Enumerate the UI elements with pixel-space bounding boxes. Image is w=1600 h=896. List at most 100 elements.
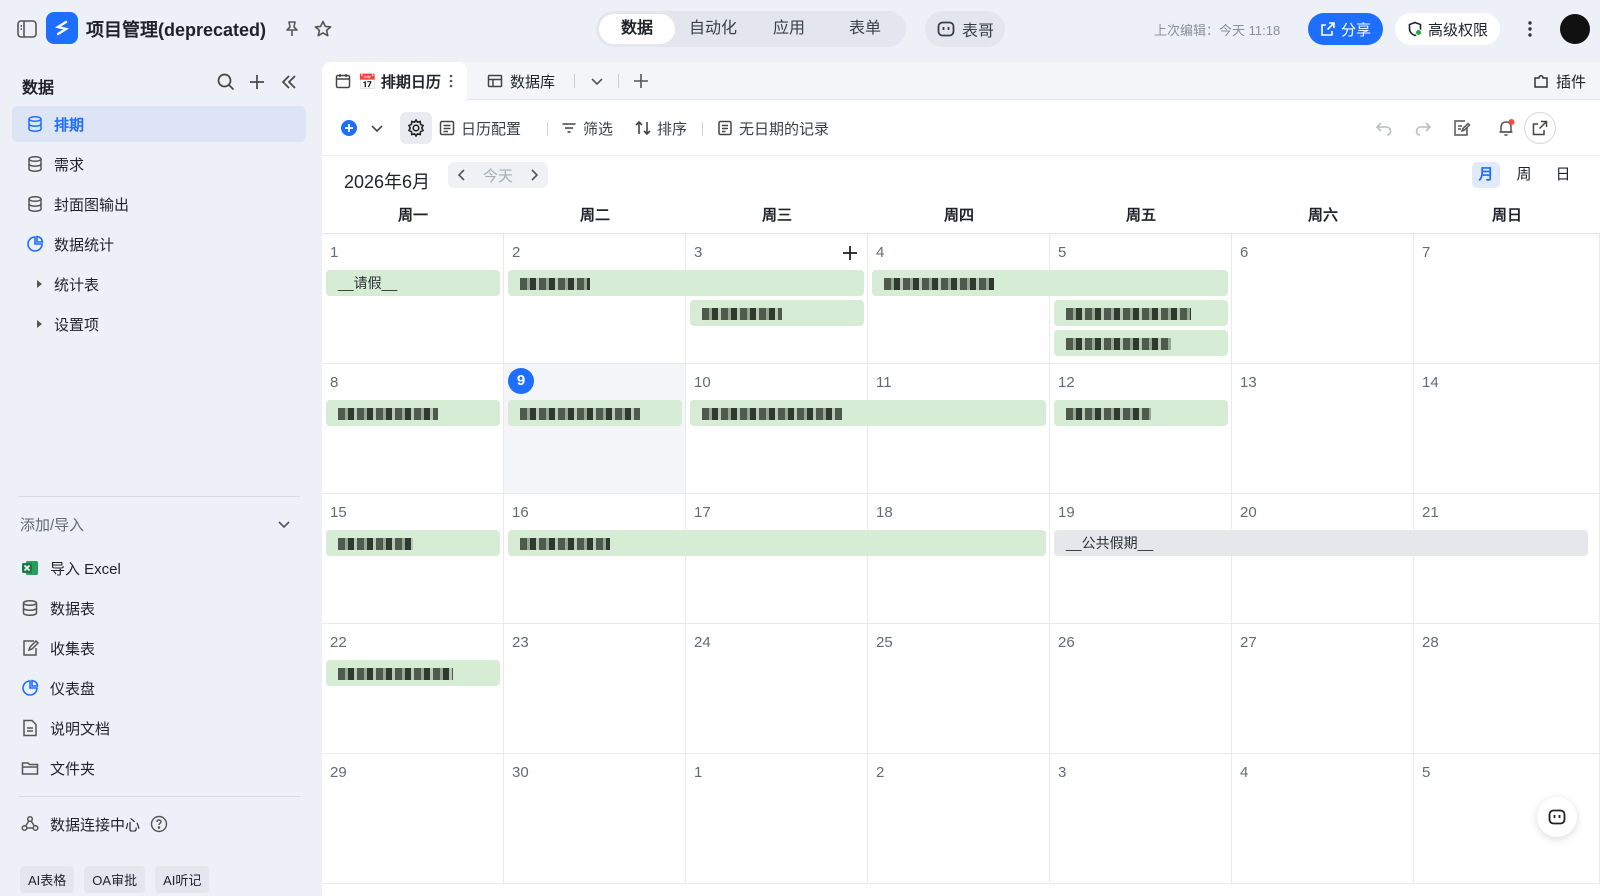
tab-data[interactable]: 数据 — [599, 14, 675, 44]
collapse-sidebar-icon[interactable] — [279, 72, 299, 92]
calendar-event[interactable] — [326, 660, 500, 686]
calendar-day-cell[interactable]: 26 — [1050, 624, 1232, 754]
tab-schedule-calendar[interactable]: 📅 排期日历 — [322, 62, 467, 100]
calendar-day-cell[interactable]: 20 — [1232, 494, 1414, 624]
calendar-day-cell[interactable]: 9 — [504, 364, 686, 494]
add-doc-item[interactable]: 说明文档 — [12, 710, 306, 746]
tag-ai-table[interactable]: AI表格 — [20, 866, 75, 893]
calendar-day-cell[interactable]: 22 — [322, 624, 504, 754]
view-settings-button[interactable] — [400, 112, 432, 144]
calendar-event[interactable] — [508, 400, 682, 426]
ai-chat-float-button[interactable] — [1537, 797, 1577, 837]
calendar-event[interactable] — [1054, 300, 1228, 326]
sidebar-item-statistics[interactable]: 数据统计 — [12, 226, 306, 262]
advanced-permission-button[interactable]: 高级权限 — [1395, 13, 1500, 45]
calendar-event[interactable] — [326, 400, 500, 426]
calendar-day-cell[interactable]: 2 — [504, 234, 686, 364]
calendar-day-cell[interactable]: 15 — [322, 494, 504, 624]
add-form-item[interactable]: 收集表 — [12, 630, 306, 666]
calendar-day-cell[interactable]: 3 — [1050, 754, 1232, 884]
mode-week[interactable]: 周 — [1510, 162, 1538, 188]
share-button[interactable]: 分享 — [1308, 13, 1383, 45]
undo-icon[interactable] — [1374, 118, 1394, 138]
calendar-config-button[interactable]: 日历配置 — [438, 116, 521, 140]
calendar-day-cell[interactable]: 1 — [686, 754, 868, 884]
calendar-day-cell[interactable]: 14 — [1414, 364, 1600, 494]
calendar-event[interactable] — [690, 300, 864, 326]
calendar-day-cell[interactable]: 10 — [686, 364, 868, 494]
chevron-down-icon[interactable] — [588, 72, 606, 90]
calendar-day-cell[interactable]: 6 — [1232, 234, 1414, 364]
help-icon[interactable] — [150, 815, 168, 833]
calendar-event[interactable] — [326, 530, 500, 556]
chevron-left-icon[interactable] — [454, 167, 470, 183]
calendar-day-cell[interactable]: 1 — [322, 234, 504, 364]
add-icon[interactable] — [247, 72, 267, 92]
calendar-day-cell[interactable]: 24 — [686, 624, 868, 754]
calendar-event[interactable] — [1054, 330, 1228, 356]
tab-automation[interactable]: 自动化 — [675, 14, 751, 44]
mode-day[interactable]: 日 — [1549, 162, 1577, 188]
calendar-event[interactable] — [1054, 400, 1228, 426]
import-excel-item[interactable]: 导入 Excel — [12, 550, 306, 586]
calendar-day-cell[interactable]: 29 — [322, 754, 504, 884]
calendar-day-cell[interactable]: 4 — [1232, 754, 1414, 884]
avatar[interactable] — [1560, 14, 1590, 44]
data-connect-center[interactable]: 数据连接中心 — [12, 806, 306, 842]
today-button[interactable]: 今天 — [483, 165, 513, 186]
sidebar-item-requirements[interactable]: 需求 — [12, 146, 306, 182]
calendar-day-cell[interactable]: 7 — [1414, 234, 1600, 364]
calendar-day-cell[interactable]: 25 — [868, 624, 1050, 754]
sidebar-item-schedule[interactable]: 排期 — [12, 106, 306, 142]
tag-ai-notes[interactable]: AI听记 — [155, 866, 210, 893]
sidebar-item-stat-tables[interactable]: 统计表 — [12, 266, 306, 302]
app-title[interactable]: 项目管理(deprecated) — [86, 16, 266, 42]
sidebar-toggle-icon[interactable] — [16, 18, 38, 40]
chevron-down-icon[interactable] — [276, 516, 292, 532]
calendar-day-cell[interactable]: 3 — [686, 234, 868, 364]
sidebar-item-cover-output[interactable]: 封面图输出 — [12, 186, 306, 222]
calendar-event[interactable] — [508, 530, 1046, 556]
tab-apps[interactable]: 应用 — [751, 14, 827, 44]
calendar-day-cell[interactable]: 23 — [504, 624, 686, 754]
calendar-event[interactable]: __请假__ — [326, 270, 500, 296]
search-icon[interactable] — [216, 72, 236, 92]
add-record-button[interactable] — [340, 116, 385, 140]
chevron-down-icon[interactable] — [369, 120, 385, 136]
sidebar-item-settings[interactable]: 设置项 — [12, 306, 306, 342]
add-view-icon[interactable] — [632, 72, 650, 90]
notification-bell-icon[interactable] — [1496, 118, 1516, 138]
calendar-event[interactable] — [690, 400, 1046, 426]
calendar-day-cell[interactable]: 18 — [868, 494, 1050, 624]
calendar-day-cell[interactable]: 27 — [1232, 624, 1414, 754]
redo-icon[interactable] — [1413, 118, 1433, 138]
tag-oa-approval[interactable]: OA审批 — [84, 866, 146, 893]
calendar-event[interactable] — [508, 270, 864, 296]
ai-assistant-button[interactable]: 表哥 — [925, 11, 1005, 47]
add-event-icon[interactable] — [841, 244, 859, 262]
tab-more-icon[interactable] — [447, 72, 455, 90]
sort-button[interactable]: 排序 — [634, 116, 687, 140]
calendar-day-cell[interactable]: 28 — [1414, 624, 1600, 754]
calendar-day-cell[interactable]: 21 — [1414, 494, 1600, 624]
calendar-day-cell[interactable]: 16 — [504, 494, 686, 624]
pin-icon[interactable] — [282, 19, 302, 39]
edit-note-icon[interactable] — [1451, 118, 1471, 138]
calendar-day-cell[interactable]: 8 — [322, 364, 504, 494]
calendar-day-cell[interactable]: 13 — [1232, 364, 1414, 494]
calendar-day-cell[interactable]: 19 — [1050, 494, 1232, 624]
add-datatable-item[interactable]: 数据表 — [12, 590, 306, 626]
chevron-right-icon[interactable] — [526, 167, 542, 183]
calendar-day-cell[interactable]: 11 — [868, 364, 1050, 494]
calendar-event[interactable] — [872, 270, 1228, 296]
calendar-day-cell[interactable]: 4 — [868, 234, 1050, 364]
tab-forms[interactable]: 表单 — [827, 14, 903, 44]
no-date-records-button[interactable]: 无日期的记录 — [716, 116, 829, 140]
tab-database[interactable]: 数据库 — [486, 62, 555, 100]
calendar-event[interactable]: __公共假期__ — [1054, 530, 1588, 556]
mode-month[interactable]: 月 — [1472, 162, 1500, 188]
calendar-day-cell[interactable]: 30 — [504, 754, 686, 884]
add-folder-item[interactable]: 文件夹 — [12, 750, 306, 786]
filter-button[interactable]: 筛选 — [560, 116, 613, 140]
open-external-button[interactable] — [1524, 112, 1556, 144]
